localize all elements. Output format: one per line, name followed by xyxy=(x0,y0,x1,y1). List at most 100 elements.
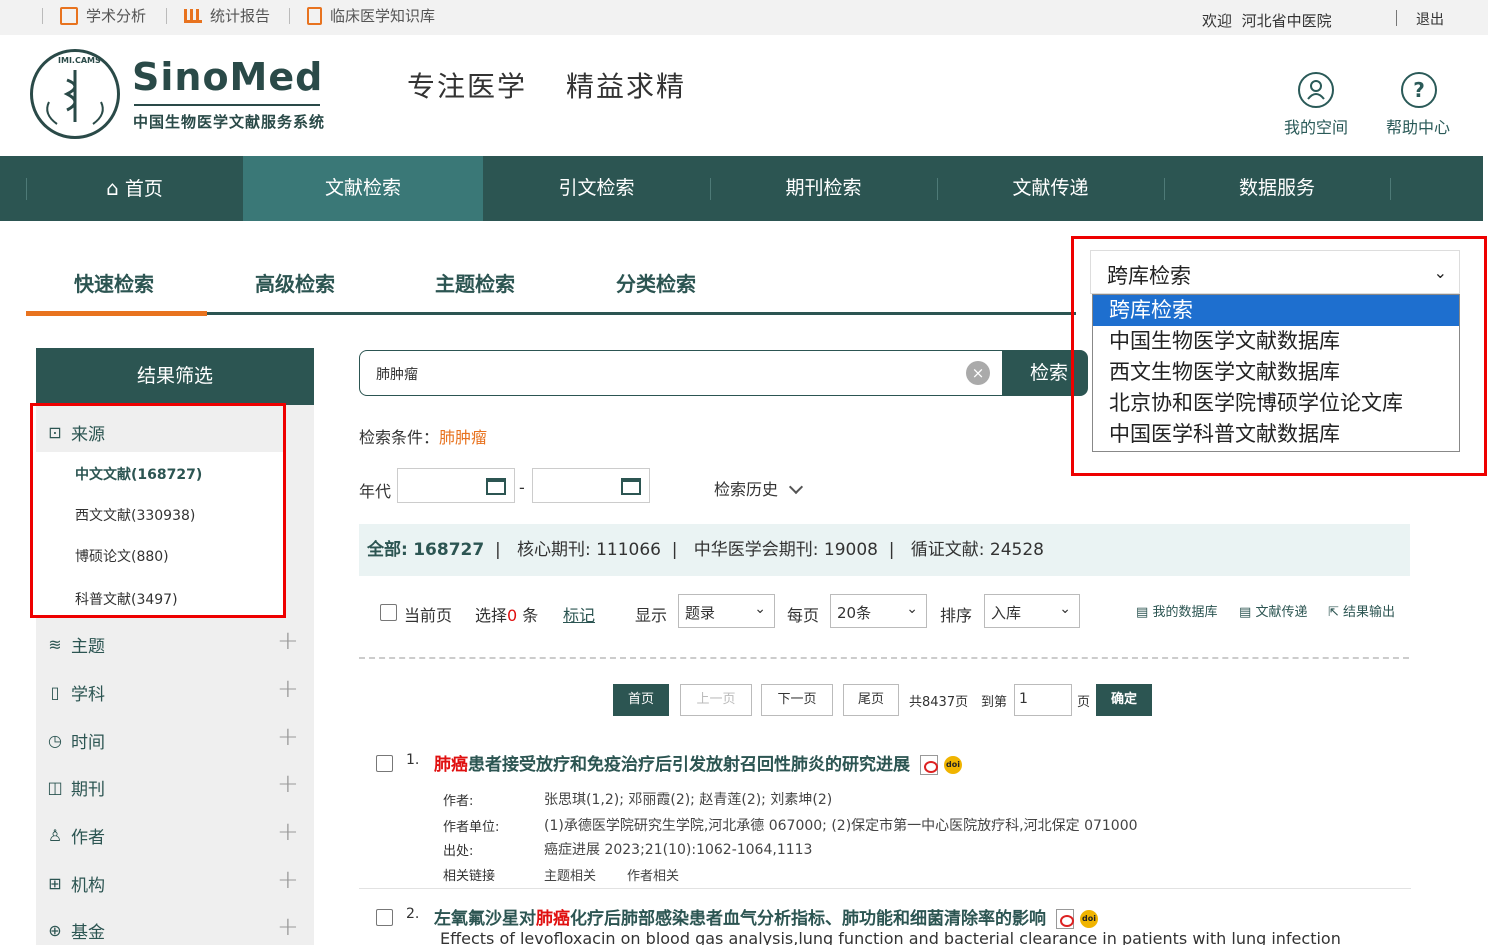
delivery-link[interactable]: ▤ 文献传递 xyxy=(1239,601,1307,620)
facet-institution[interactable]: ⊞ 机构 xyxy=(44,871,105,897)
pdf-icon[interactable] xyxy=(1056,909,1074,929)
page-unit: 页 xyxy=(1077,695,1091,710)
evidence-count[interactable]: 24528 xyxy=(990,540,1044,560)
goto-label: 到第 xyxy=(981,695,1008,710)
author-related-link[interactable]: 作者相关 xyxy=(627,865,679,884)
page-number-input[interactable]: 1 xyxy=(1014,684,1072,716)
facet-subject[interactable]: ≋ 主题 xyxy=(44,632,105,658)
statistics-report-link[interactable]: 统计报告 xyxy=(184,5,270,26)
author-value[interactable]: 张思琪(1,2); 邓丽霞(2); 赵青莲(2); 刘素坤(2) xyxy=(544,789,832,809)
year-start-input[interactable] xyxy=(397,468,515,503)
expand-plus-icon[interactable]: + xyxy=(277,912,299,942)
slogan-2: 精益求精 xyxy=(566,70,687,103)
calendar-icon[interactable] xyxy=(621,478,641,495)
per-page-select[interactable]: 20条 ⌄ xyxy=(830,594,927,628)
display-select[interactable]: 题录 ⌄ xyxy=(678,594,775,628)
clear-icon[interactable]: × xyxy=(966,361,990,385)
year-range-dash: - xyxy=(519,478,525,497)
clock-icon: ◷ xyxy=(48,730,62,750)
building-icon: ⊞ xyxy=(48,873,62,893)
nav-home[interactable]: ⌂ 首页 xyxy=(26,156,243,221)
tab-subject-search[interactable]: 主题检索 xyxy=(435,268,515,297)
facet-author[interactable]: ♙ 作者 xyxy=(44,823,105,849)
crosshair-icon: ⊕ xyxy=(48,920,62,940)
help-icon[interactable]: ? xyxy=(1401,72,1437,108)
my-database-link[interactable]: ▤ 我的数据库 xyxy=(1136,601,1217,620)
chevron-down-icon: ⌄ xyxy=(906,601,918,617)
clinical-knowledge-link[interactable]: 临床医学知识库 xyxy=(307,5,435,26)
result-number: 1. xyxy=(406,752,420,768)
source-value[interactable]: 癌症进展 2023;21(10):1062-1064,1113 xyxy=(544,839,812,859)
next-page-button[interactable]: 下一页 xyxy=(761,684,833,716)
nav-literature-search[interactable]: 文献检索 xyxy=(243,156,483,221)
logout-link[interactable]: 退出 xyxy=(1416,9,1444,29)
source-label: 出处: xyxy=(443,844,474,859)
search-condition-value: 肺肿瘤 xyxy=(439,428,488,447)
nav-journal-search[interactable]: 期刊检索 xyxy=(710,156,937,221)
my-space-link[interactable]: 我的空间 xyxy=(1284,114,1348,138)
tab-active-indicator xyxy=(26,311,207,316)
result-checkbox[interactable] xyxy=(376,909,393,926)
help-center-link[interactable]: 帮助中心 xyxy=(1386,114,1450,138)
topic-related-link[interactable]: 主题相关 xyxy=(544,865,596,884)
first-page-button[interactable]: 首页 xyxy=(613,684,669,716)
user-icon[interactable] xyxy=(1298,72,1334,108)
expand-plus-icon[interactable]: + xyxy=(277,865,299,895)
sort-select[interactable]: 入库 ⌄ xyxy=(984,594,1080,628)
cma-journal-label[interactable]: 中华医学会期刊: xyxy=(694,540,819,560)
core-journal-label[interactable]: 核心期刊: xyxy=(517,540,591,560)
facet-discipline[interactable]: ▯ 学科 xyxy=(44,680,105,706)
cma-journal-count[interactable]: 19008 xyxy=(824,540,878,560)
nav-document-delivery[interactable]: 文献传递 xyxy=(937,156,1164,221)
calendar-icon[interactable] xyxy=(486,478,506,495)
prev-page-button[interactable]: 上一页 xyxy=(680,684,752,716)
divider xyxy=(166,8,167,24)
divider xyxy=(289,8,290,24)
expand-plus-icon[interactable]: + xyxy=(277,626,299,656)
search-input[interactable]: 肺肿瘤 × xyxy=(359,350,1003,396)
result-checkbox[interactable] xyxy=(376,755,393,772)
year-label: 年代 xyxy=(359,482,392,501)
export-link[interactable]: ⇱ 结果输出 xyxy=(1328,601,1395,620)
result-title[interactable]: 左氧氟沙星对肺癌化疗后肺部感染患者血气分析指标、肺功能和细菌清除率的影响 doi xyxy=(434,904,1098,929)
facet-fund[interactable]: ⊕ 基金 xyxy=(44,918,105,944)
doi-icon[interactable]: doi xyxy=(1080,910,1098,928)
goto-confirm-button[interactable]: 确定 xyxy=(1096,684,1152,716)
all-count[interactable]: 168727 xyxy=(413,540,484,560)
home-icon: ⌂ xyxy=(106,176,119,200)
logo-divider xyxy=(134,104,320,106)
select-current-page-checkbox[interactable] xyxy=(380,604,397,621)
expand-plus-icon[interactable]: + xyxy=(277,674,299,704)
facet-time[interactable]: ◷ 时间 xyxy=(44,728,105,754)
facet-journal[interactable]: ◫ 期刊 xyxy=(44,775,105,801)
nav-data-service[interactable]: 数据服务 xyxy=(1164,156,1390,221)
last-page-button[interactable]: 尾页 xyxy=(843,684,899,716)
tab-advanced-search[interactable]: 高级检索 xyxy=(255,268,335,297)
search-condition: 检索条件：肺肿瘤 xyxy=(359,428,488,447)
logo-subtitle: 中国生物医学文献服务系统 xyxy=(133,113,326,131)
logo-name[interactable]: SinoMed xyxy=(132,55,323,99)
search-history-toggle[interactable]: 检索历史 xyxy=(714,476,804,500)
core-journal-count[interactable]: 111066 xyxy=(596,540,661,560)
evidence-label[interactable]: 循证文献: xyxy=(911,540,985,560)
pdf-icon[interactable] xyxy=(920,755,938,775)
expand-plus-icon[interactable]: + xyxy=(277,769,299,799)
expand-plus-icon[interactable]: + xyxy=(277,722,299,752)
all-count-label[interactable]: 全部: xyxy=(367,540,408,560)
tab-quick-search[interactable]: 快速检索 xyxy=(74,268,154,297)
book-icon xyxy=(307,6,322,25)
result-title[interactable]: 肺癌患者接受放疗和免疫治疗后引发放射召回性肺炎的研究进展 doi xyxy=(434,750,962,775)
nav-citation-search[interactable]: 引文检索 xyxy=(483,156,710,221)
mark-link[interactable]: 标记 xyxy=(563,602,595,626)
current-page-label: 当前页 xyxy=(404,606,453,625)
notebook-icon: ▯ xyxy=(50,682,60,702)
academic-analysis-link[interactable]: 学术分析 xyxy=(60,5,146,26)
top-utility-bar: 学术分析 统计报告 临床医学知识库 欢迎 河北省中医院 退出 xyxy=(0,0,1488,35)
expand-plus-icon[interactable]: + xyxy=(277,817,299,847)
export-icon: ⇱ xyxy=(1328,605,1339,620)
doi-icon[interactable]: doi xyxy=(944,756,962,774)
year-end-input[interactable] xyxy=(532,468,650,503)
logo-emblem[interactable]: IMI.CAMS xyxy=(30,49,120,139)
result-english-title[interactable]: Effects of levofloxacin on blood gas ana… xyxy=(440,929,1341,945)
tab-category-search[interactable]: 分类检索 xyxy=(616,268,696,297)
